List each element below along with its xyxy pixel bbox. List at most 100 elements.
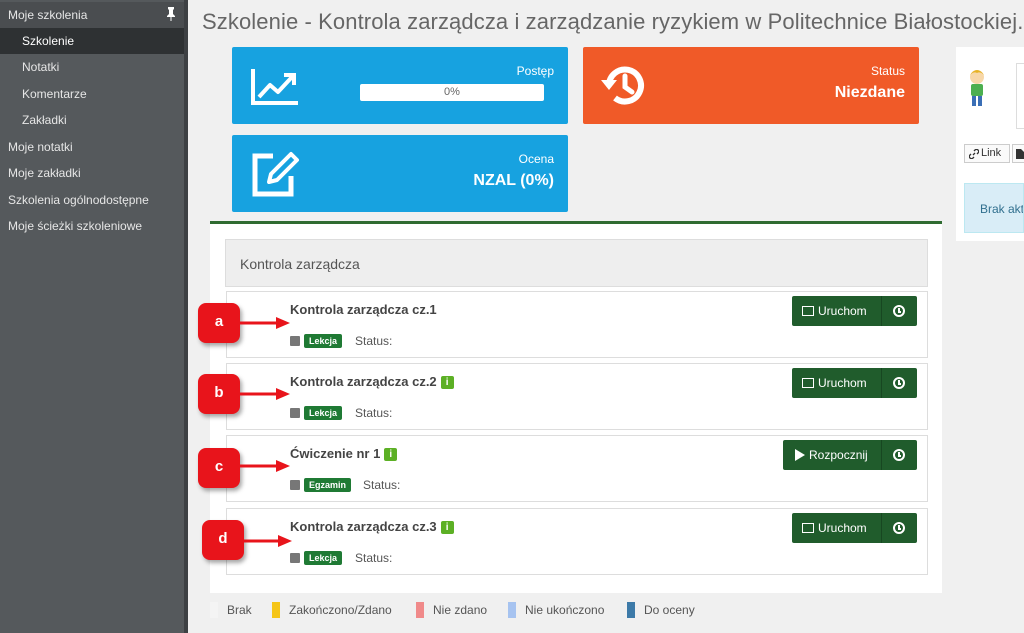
legend-swatch bbox=[508, 602, 516, 618]
arrow-right-icon bbox=[242, 535, 292, 547]
info-alert: Brak akt bbox=[964, 183, 1024, 233]
grade-value: NZAL (0%) bbox=[473, 172, 554, 189]
grade-tile: Ocena NZAL (0%) bbox=[232, 135, 568, 212]
history-button[interactable] bbox=[881, 296, 917, 326]
page-title: Szkolenie - Kontrola zarządcza i zarządz… bbox=[202, 9, 1024, 34]
launch-button-label: Uruchom bbox=[818, 521, 867, 535]
lesson-title[interactable]: Kontrola zarządcza cz.3 i bbox=[290, 519, 454, 534]
pin-icon[interactable] bbox=[166, 7, 176, 21]
sidebar-item-moje-zakladki[interactable]: Moje zakładki bbox=[0, 160, 184, 186]
lesson-row: Kontrola zarządcza cz.3 i Lekcja Status: … bbox=[226, 508, 928, 575]
legend-swatch bbox=[272, 602, 280, 618]
progress-label: Postęp bbox=[516, 64, 554, 78]
section-header[interactable]: Kontrola zarządcza bbox=[225, 239, 928, 287]
info-icon[interactable]: i bbox=[384, 448, 398, 461]
document-icon bbox=[1016, 149, 1024, 159]
lesson-title[interactable]: Kontrola zarządcza cz.2 i bbox=[290, 374, 454, 389]
legend-label: Brak bbox=[227, 603, 252, 617]
legend-label: Nie zdano bbox=[433, 603, 488, 617]
lesson-title[interactable]: Kontrola zarządcza cz.1 bbox=[290, 302, 437, 317]
lesson-type-badge: Lekcja bbox=[304, 334, 343, 348]
grade-label: Ocena bbox=[518, 152, 554, 166]
cube-icon bbox=[290, 408, 300, 418]
section-title: Kontrola zarządcza bbox=[240, 256, 360, 272]
sidebar-item-label: Notatki bbox=[22, 60, 60, 74]
arrow-right-icon bbox=[238, 388, 290, 400]
sidebar-item-notatki[interactable]: Notatki bbox=[0, 54, 184, 80]
chart-line-icon bbox=[251, 69, 298, 105]
lesson-title-text: Kontrola zarządcza cz.1 bbox=[290, 302, 437, 317]
clock-icon bbox=[893, 522, 905, 534]
arrow-right-icon bbox=[238, 317, 290, 329]
list-icon bbox=[802, 378, 814, 388]
lesson-row: Ćwiczenie nr 1i Egzamin Status: Rozpoczn… bbox=[226, 435, 928, 502]
cube-icon bbox=[290, 480, 300, 490]
lesson-status-label: Status: bbox=[355, 334, 393, 348]
clock-icon bbox=[893, 377, 905, 389]
link-icon bbox=[969, 149, 979, 159]
legend-swatch bbox=[210, 602, 218, 618]
legend-item-nie-ukonczono: Nie ukończono bbox=[508, 602, 604, 618]
legend-item-nie-zdano: Nie zdano bbox=[416, 602, 487, 618]
history-icon bbox=[601, 66, 644, 105]
sidebar-item-label: Moje zakładki bbox=[8, 166, 81, 180]
sidebar-item-szkolenie[interactable]: Szkolenie bbox=[0, 28, 184, 54]
info-alert-text: Brak akt bbox=[980, 202, 1024, 216]
launch-button-label: Uruchom bbox=[818, 304, 867, 318]
lesson-row: Kontrola zarządcza cz.2 i Lekcja Status: … bbox=[226, 363, 928, 430]
sidebar-item-label: Moje szkolenia bbox=[8, 8, 88, 22]
link-button-label: Link bbox=[981, 147, 1002, 159]
sidebar-item-label: Komentarze bbox=[22, 87, 87, 101]
status-value: Niezdane bbox=[834, 84, 905, 101]
sidebar-item-label: Moje notatki bbox=[8, 140, 73, 154]
lesson-status-label: Status: bbox=[355, 406, 393, 420]
start-button[interactable]: Rozpocznij bbox=[783, 440, 868, 470]
launch-button-label: Uruchom bbox=[818, 376, 867, 390]
launch-button[interactable]: Uruchom bbox=[792, 513, 867, 543]
lesson-row: Kontrola zarządcza cz.1 Lekcja Status: U… bbox=[226, 291, 928, 358]
info-icon[interactable]: i bbox=[440, 521, 454, 534]
sidebar-item-zakladki[interactable]: Zakładki bbox=[0, 107, 184, 133]
link-button[interactable]: Link bbox=[964, 144, 1010, 163]
legend-label: Do oceny bbox=[644, 603, 695, 617]
legend-label: Nie ukończono bbox=[525, 603, 605, 617]
annotation-marker-d: d bbox=[202, 520, 244, 560]
sidebar-item-szkolenia-ogolnodostepne[interactable]: Szkolenia ogólnodostępne bbox=[0, 187, 184, 213]
sidebar-item-moje-szkolenia[interactable]: Moje szkolenia bbox=[0, 2, 184, 28]
avatar bbox=[970, 70, 984, 106]
lesson-button-group: Uruchom bbox=[792, 296, 917, 326]
status-tile: Status Niezdane bbox=[583, 47, 919, 124]
document-button[interactable] bbox=[1012, 144, 1024, 163]
cube-icon bbox=[290, 553, 300, 563]
history-button[interactable] bbox=[881, 513, 917, 543]
launch-button[interactable]: Uruchom bbox=[792, 296, 867, 326]
progress-value: 0% bbox=[444, 86, 460, 98]
edit-icon bbox=[252, 152, 299, 197]
lesson-status-label: Status: bbox=[363, 478, 401, 492]
cube-icon bbox=[290, 336, 300, 346]
sidebar-item-moje-notatki[interactable]: Moje notatki bbox=[0, 134, 184, 160]
annotation-marker-c: c bbox=[198, 448, 240, 488]
start-button-label: Rozpocznij bbox=[809, 448, 868, 462]
play-icon bbox=[795, 449, 805, 461]
status-label: Status bbox=[870, 64, 905, 78]
info-icon[interactable]: i bbox=[440, 376, 454, 389]
lesson-title-text: Kontrola zarządcza cz.2 bbox=[290, 374, 437, 389]
sidebar-item-moje-sciezki[interactable]: Moje ścieżki szkoleniowe bbox=[0, 213, 184, 239]
sidebar: Moje szkolenia Szkolenie Notatki Komenta… bbox=[0, 0, 188, 633]
lesson-status-label: Status: bbox=[355, 551, 393, 565]
sidebar-item-komentarze[interactable]: Komentarze bbox=[0, 81, 184, 107]
history-button[interactable] bbox=[881, 368, 917, 398]
history-button[interactable] bbox=[881, 440, 917, 470]
lesson-title[interactable]: Ćwiczenie nr 1i bbox=[290, 446, 398, 461]
sidebar-item-label: Moje ścieżki szkoleniowe bbox=[8, 219, 143, 233]
lesson-type-badge: Lekcja bbox=[304, 551, 343, 565]
lesson-title-text: Ćwiczenie nr 1 bbox=[290, 446, 381, 461]
annotation-marker-b: b bbox=[198, 374, 240, 414]
sidebar-item-label: Szkolenia ogólnodostępne bbox=[8, 193, 149, 207]
legend-item-zakonczono: Zakończono/Zdano bbox=[272, 602, 392, 618]
launch-button[interactable]: Uruchom bbox=[792, 368, 867, 398]
clock-icon bbox=[893, 305, 905, 317]
legend-swatch bbox=[627, 602, 635, 618]
list-icon bbox=[802, 306, 814, 316]
